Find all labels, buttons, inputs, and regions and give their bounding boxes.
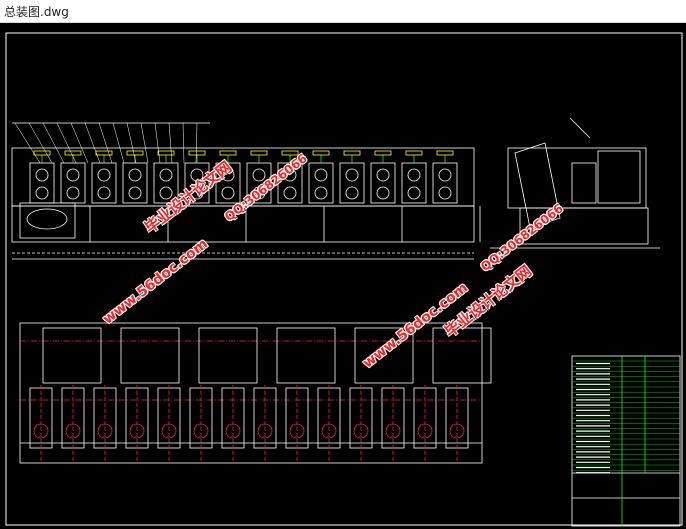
roll-stand	[401, 150, 427, 204]
motor-housing	[42, 327, 102, 384]
roll-stand	[339, 150, 365, 204]
motor-housing	[120, 327, 180, 384]
roll-stand	[432, 150, 458, 204]
roll-assembly	[125, 385, 149, 463]
roll-stand	[60, 150, 86, 204]
roll-assembly	[61, 385, 85, 463]
roll-assembly	[445, 385, 469, 463]
roll-assembly	[317, 385, 341, 463]
drawing-svg	[5, 32, 683, 527]
motor-housing	[276, 327, 336, 384]
drawing-frame	[5, 32, 683, 526]
front-elevation-view	[11, 122, 481, 260]
window-title: 总装图.dwg	[4, 5, 69, 19]
roll-assembly	[413, 385, 437, 463]
roll-assembly	[157, 385, 181, 463]
cad-drawing-canvas[interactable]: 毕业设计论文网 www.56doc.com QQ:306826066 毕业设计论…	[0, 23, 686, 529]
roll-stand	[91, 150, 117, 204]
roll-stand	[308, 150, 334, 204]
roll-assembly	[285, 385, 309, 463]
window-titlebar: 总装图.dwg	[0, 0, 686, 23]
roll-assembly	[253, 385, 277, 463]
roll-assembly	[189, 385, 213, 463]
side-view	[490, 117, 660, 249]
roll-stand	[370, 150, 396, 204]
roll-assembly	[381, 385, 405, 463]
title-block	[571, 355, 681, 527]
roll-stand	[29, 150, 55, 204]
roll-assembly	[349, 385, 373, 463]
roll-assembly	[221, 385, 245, 463]
roll-assembly	[93, 385, 117, 463]
roll-assembly	[29, 385, 53, 463]
motor-housing	[198, 327, 258, 384]
plan-view	[19, 322, 492, 464]
